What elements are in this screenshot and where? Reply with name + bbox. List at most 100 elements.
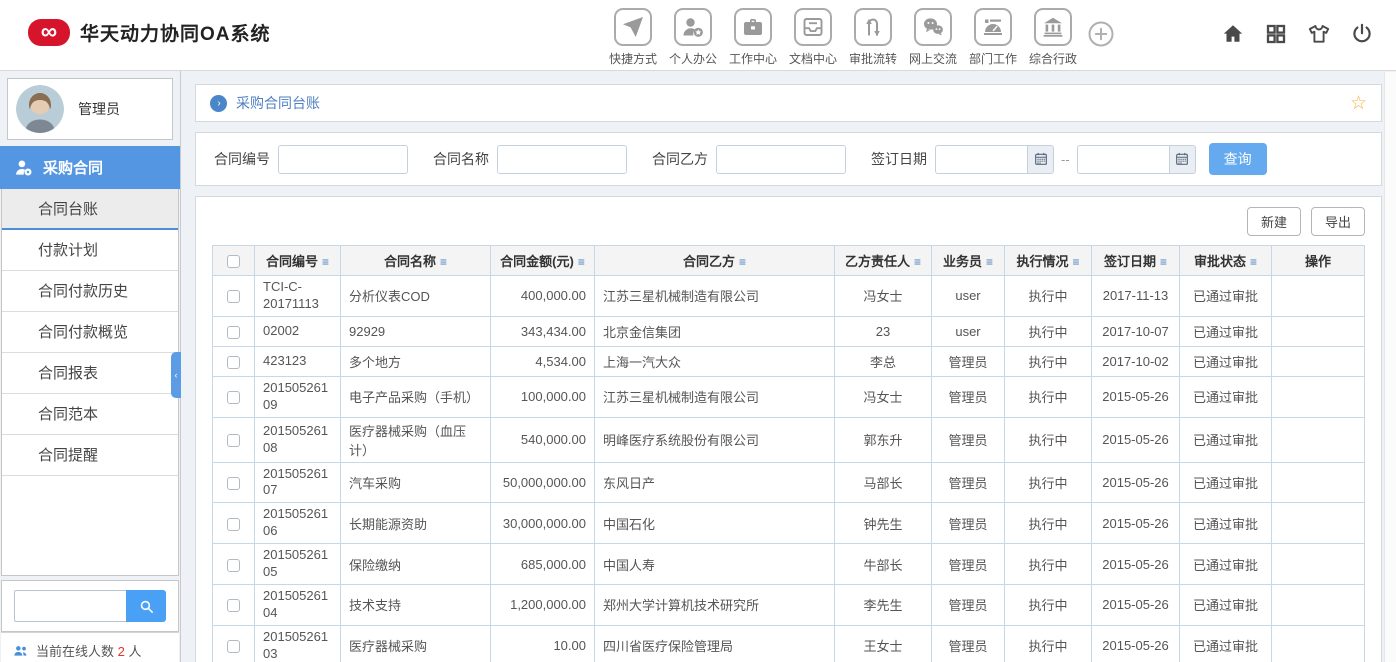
cell — [1272, 376, 1365, 417]
sort-menu-icon: ≡ — [578, 255, 585, 269]
table-row: 423123多个地方4,534.00上海一汽大众李总管理员执行中2017-10-… — [213, 346, 1365, 376]
sidebar-section-purchase-contract[interactable]: 采购合同 — [0, 146, 180, 189]
column-header[interactable]: 合同金额(元) ≡ — [491, 246, 595, 276]
nav-item-personal-office[interactable]: 个人办公 — [663, 8, 723, 67]
row-checkbox[interactable] — [227, 290, 240, 303]
column-header[interactable]: 合同名称≡ — [341, 246, 491, 276]
cell: 江苏三星机械制造有限公司 — [595, 276, 835, 317]
home-icon[interactable] — [1221, 22, 1245, 46]
sidebar-search-button[interactable] — [126, 590, 166, 622]
export-button[interactable]: 导出 — [1311, 207, 1365, 236]
row-checkbox[interactable] — [227, 640, 240, 653]
calendar-icon[interactable] — [1169, 145, 1196, 174]
column-header-label: 合同乙方 — [683, 254, 735, 269]
row-checkbox[interactable] — [227, 356, 240, 369]
contract-no-input[interactable] — [278, 145, 408, 174]
favorite-star-icon[interactable]: ☆ — [1350, 94, 1367, 113]
sign-date-from-input[interactable] — [935, 145, 1027, 174]
cell: 郑州大学计算机技术研究所 — [595, 584, 835, 625]
power-icon[interactable] — [1350, 22, 1374, 46]
cell: 执行中 — [1005, 625, 1092, 662]
column-header[interactable]: 合同编号≡ — [255, 246, 341, 276]
sidebar-search — [1, 580, 179, 632]
cell: 东风日产 — [595, 462, 835, 503]
header-right-icons — [1221, 22, 1374, 46]
column-header[interactable]: 合同乙方≡ — [595, 246, 835, 276]
cell: 2015-05-26 — [1092, 376, 1180, 417]
nav-item-department-work[interactable]: 部门工作 — [963, 8, 1023, 67]
sign-date-to-input[interactable] — [1077, 145, 1169, 174]
new-button[interactable]: 新建 — [1247, 207, 1301, 236]
row-checkbox[interactable] — [227, 599, 240, 612]
row-select-cell — [213, 503, 255, 544]
contract-party-input[interactable] — [716, 145, 846, 174]
nav-item-document-center[interactable]: 文档中心 — [783, 8, 843, 67]
app-logo: ∞ 华天动力协同OA系统 — [28, 19, 271, 46]
nav-item-work-center[interactable]: 工作中心 — [723, 8, 783, 67]
nav-item-approval-flow[interactable]: 审批流转 — [843, 8, 903, 67]
column-header[interactable]: 审批状态≡ — [1180, 246, 1272, 276]
column-header[interactable]: 业务员≡ — [932, 246, 1005, 276]
cell: 执行中 — [1005, 316, 1092, 346]
sidebar-item-contract-report[interactable]: 合同报表 — [2, 353, 178, 394]
grid-icon[interactable] — [1264, 22, 1288, 46]
cell — [1272, 346, 1365, 376]
column-header[interactable]: 签订日期≡ — [1092, 246, 1180, 276]
cell: 2015-05-26 — [1092, 584, 1180, 625]
cell: 100,000.00 — [491, 376, 595, 417]
app-title: 华天动力协同OA系统 — [80, 19, 271, 46]
nav-item-online-chat[interactable]: 网上交流 — [903, 8, 963, 67]
cell: 2017-10-02 — [1092, 346, 1180, 376]
contract-party-label: 合同乙方 — [652, 149, 708, 169]
cell: 管理员 — [932, 462, 1005, 503]
contract-name-input[interactable] — [497, 145, 627, 174]
cell: 已通过审批 — [1180, 417, 1272, 462]
filter-contract-no: 合同编号 — [214, 145, 408, 174]
cell: 管理员 — [932, 376, 1005, 417]
row-checkbox[interactable] — [227, 559, 240, 572]
cell: 4,534.00 — [491, 346, 595, 376]
user-name: 管理员 — [78, 99, 120, 119]
column-header[interactable]: 乙方责任人≡ — [835, 246, 932, 276]
column-header-label: 合同金额(元) — [500, 254, 574, 269]
row-checkbox[interactable] — [227, 518, 240, 531]
column-header[interactable]: 执行情况≡ — [1005, 246, 1092, 276]
cell: 执行中 — [1005, 276, 1092, 317]
sidebar-search-input[interactable] — [14, 590, 126, 622]
sidebar-item-contract-payment-overview[interactable]: 合同付款概览 — [2, 312, 178, 353]
nav-item-general-admin[interactable]: 综合行政 — [1023, 8, 1083, 67]
shirt-icon[interactable] — [1307, 22, 1331, 46]
sidebar-item-contract-payment-history[interactable]: 合同付款历史 — [2, 271, 178, 312]
nav-item-quick-access[interactable]: 快捷方式 — [603, 8, 663, 67]
avatar[interactable] — [16, 85, 64, 133]
row-checkbox[interactable] — [227, 326, 240, 339]
row-checkbox[interactable] — [227, 391, 240, 404]
chat-bubbles-icon — [914, 8, 952, 46]
sidebar-item-contract-template[interactable]: 合同范本 — [2, 394, 178, 435]
cell: 已通过审批 — [1180, 376, 1272, 417]
table-row: 20150526107汽车采购50,000,000.00东风日产马部长管理员执行… — [213, 462, 1365, 503]
row-checkbox[interactable] — [227, 434, 240, 447]
sort-menu-icon: ≡ — [986, 255, 993, 269]
cell: 1,200,000.00 — [491, 584, 595, 625]
plus-circle-icon[interactable] — [1086, 19, 1116, 49]
scrollbar-track[interactable] — [1384, 72, 1396, 662]
select-all-checkbox[interactable] — [227, 255, 240, 268]
online-users-label: 当前在线人数 2 人 — [36, 641, 142, 660]
cell: 明峰医疗系统股份有限公司 — [595, 417, 835, 462]
sidebar-collapse-handle[interactable]: ‹ — [171, 352, 181, 398]
sidebar-item-contract-reminder[interactable]: 合同提醒 — [2, 435, 178, 476]
query-button[interactable]: 查询 — [1209, 143, 1267, 175]
calendar-icon[interactable] — [1027, 145, 1054, 174]
sidebar-item-contract-ledger[interactable]: 合同台账 — [2, 189, 178, 230]
cell: 管理员 — [932, 417, 1005, 462]
row-select-cell — [213, 276, 255, 317]
cell: 已通过审批 — [1180, 276, 1272, 317]
row-checkbox[interactable] — [227, 477, 240, 490]
cell: 中国人寿 — [595, 544, 835, 585]
sidebar-item-payment-plan[interactable]: 付款计划 — [2, 230, 178, 271]
column-header-label: 操作 — [1305, 254, 1331, 269]
cell: 医疗器械采购（血压计） — [341, 417, 491, 462]
inbox-icon — [794, 8, 832, 46]
column-header-label: 合同名称 — [384, 254, 436, 269]
